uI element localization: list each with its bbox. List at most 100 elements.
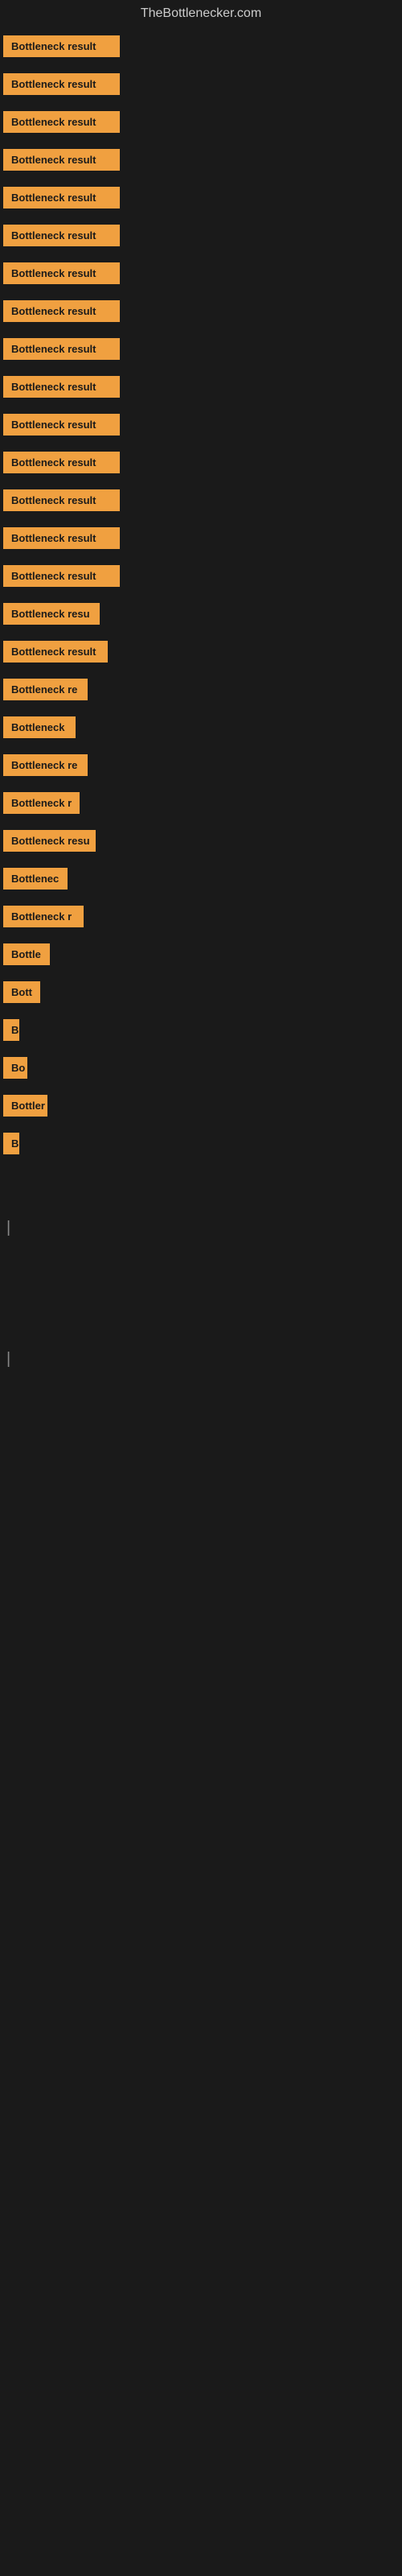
list-item	[0, 1187, 402, 1211]
bottleneck-bar: Bottleneck result	[3, 149, 402, 171]
bottleneck-bar: Bo	[3, 1057, 402, 1079]
bottleneck-bar: B	[3, 1019, 402, 1041]
list-item	[0, 1269, 402, 1294]
bottleneck-label: Bottleneck	[3, 716, 76, 738]
cursor-line: |	[3, 1219, 402, 1237]
bottleneck-label: Bottleneck result	[3, 187, 120, 208]
bottleneck-label: B	[3, 1019, 19, 1041]
list-item: Bottler	[0, 1087, 402, 1125]
bottleneck-label: Bottleneck resu	[3, 603, 100, 625]
bottleneck-label: Bottleneck result	[3, 641, 108, 663]
bottleneck-label: Bottleneck result	[3, 262, 120, 284]
bottleneck-bar: Bottleneck result	[3, 527, 402, 549]
list-item: Bo	[0, 1049, 402, 1087]
bottleneck-label: Bottlenec	[3, 868, 68, 890]
bottleneck-bar: Bottleneck result	[3, 262, 402, 284]
list-item	[0, 1294, 402, 1318]
bottleneck-bar: Bottlenec	[3, 868, 402, 890]
bottleneck-label: Bottleneck result	[3, 452, 120, 473]
bottleneck-label: Bottleneck result	[3, 225, 120, 246]
list-item	[0, 1318, 402, 1342]
list-item	[0, 1245, 402, 1269]
list-item: |	[0, 1211, 402, 1245]
list-item: Bottleneck r	[0, 898, 402, 935]
bottleneck-label: Bottleneck result	[3, 111, 120, 133]
list-item: Bottleneck result	[0, 633, 402, 671]
bottleneck-label: Bottleneck result	[3, 376, 120, 398]
bottleneck-label: Bottleneck result	[3, 300, 120, 322]
bottleneck-bar: Bottleneck result	[3, 338, 402, 360]
bottleneck-bar: Bottleneck r	[3, 792, 402, 814]
bottleneck-bar: Bottleneck result	[3, 111, 402, 133]
site-title: TheBottlenecker.com	[0, 0, 402, 27]
bottleneck-bar: Bottleneck resu	[3, 603, 402, 625]
bottleneck-bar: Bottleneck result	[3, 414, 402, 436]
list-item: Bottleneck result	[0, 103, 402, 141]
list-item: Bottleneck result	[0, 27, 402, 65]
bottleneck-label: Bottleneck result	[3, 149, 120, 171]
site-title-text: TheBottlenecker.com	[141, 6, 261, 20]
bottleneck-label: Bottleneck result	[3, 338, 120, 360]
bottleneck-bar: Bottleneck result	[3, 73, 402, 95]
list-item: Bottleneck	[0, 708, 402, 746]
list-item: Bottleneck result	[0, 406, 402, 444]
bottleneck-label: Bottleneck result	[3, 414, 120, 436]
bottleneck-bar: Bottleneck	[3, 716, 402, 738]
list-item: Bottle	[0, 935, 402, 973]
cursor-line: |	[3, 1350, 402, 1368]
list-item: Bottleneck resu	[0, 822, 402, 860]
bottleneck-bar: Bottleneck result	[3, 452, 402, 473]
bottleneck-bar: Bottleneck result	[3, 489, 402, 511]
list-item: Bottleneck re	[0, 746, 402, 784]
bottleneck-label: Bottler	[3, 1095, 47, 1117]
bottleneck-bar: Bottleneck re	[3, 754, 402, 776]
list-item: B	[0, 1011, 402, 1049]
bottleneck-label: Bott	[3, 981, 40, 1003]
bottleneck-label: Bottleneck result	[3, 73, 120, 95]
list-item: Bottleneck result	[0, 368, 402, 406]
list-item: |	[0, 1342, 402, 1377]
list-item: Bottleneck result	[0, 179, 402, 217]
list-item: Bottleneck r	[0, 784, 402, 822]
bottleneck-label: Bottleneck resu	[3, 830, 96, 852]
bottleneck-label: Bottleneck result	[3, 35, 120, 57]
bottleneck-label: Bottleneck r	[3, 906, 84, 927]
list-item: Bottleneck result	[0, 444, 402, 481]
bottleneck-bar: Bottleneck r	[3, 906, 402, 927]
bottleneck-label: Bottleneck result	[3, 527, 120, 549]
bottleneck-label: Bottleneck re	[3, 754, 88, 776]
bottleneck-label: Bottleneck re	[3, 679, 88, 700]
list-item: Bott	[0, 973, 402, 1011]
bottleneck-bar: Bottle	[3, 943, 402, 965]
bottleneck-bar: Bottleneck re	[3, 679, 402, 700]
list-item: Bottleneck result	[0, 141, 402, 179]
list-item: B	[0, 1125, 402, 1162]
bottleneck-label: Bottle	[3, 943, 50, 965]
bottleneck-label: Bo	[3, 1057, 27, 1079]
bottleneck-bar: B	[3, 1133, 402, 1154]
list-item: Bottleneck re	[0, 671, 402, 708]
bottleneck-bar: Bottleneck result	[3, 641, 402, 663]
bottleneck-bar: Bottleneck result	[3, 565, 402, 587]
list-item: Bottleneck result	[0, 65, 402, 103]
bottleneck-label: B	[3, 1133, 19, 1154]
bottleneck-label: Bottleneck result	[3, 565, 120, 587]
list-item: Bottleneck result	[0, 292, 402, 330]
list-item: Bottleneck result	[0, 519, 402, 557]
list-item: Bottleneck result	[0, 254, 402, 292]
bottleneck-label: Bottleneck result	[3, 489, 120, 511]
bottleneck-bar: Bottleneck result	[3, 376, 402, 398]
list-item: Bottlenec	[0, 860, 402, 898]
list-item: Bottleneck result	[0, 330, 402, 368]
list-item: Bottleneck result	[0, 217, 402, 254]
list-item: Bottleneck resu	[0, 595, 402, 633]
bottleneck-bar: Bott	[3, 981, 402, 1003]
list-item	[0, 1162, 402, 1187]
bottleneck-bar: Bottleneck result	[3, 35, 402, 57]
bottleneck-bar: Bottleneck result	[3, 300, 402, 322]
bottleneck-bar: Bottler	[3, 1095, 402, 1117]
bottleneck-bar: Bottleneck result	[3, 187, 402, 208]
bottleneck-bar: Bottleneck result	[3, 225, 402, 246]
bottleneck-label: Bottleneck r	[3, 792, 80, 814]
list-item: Bottleneck result	[0, 557, 402, 595]
